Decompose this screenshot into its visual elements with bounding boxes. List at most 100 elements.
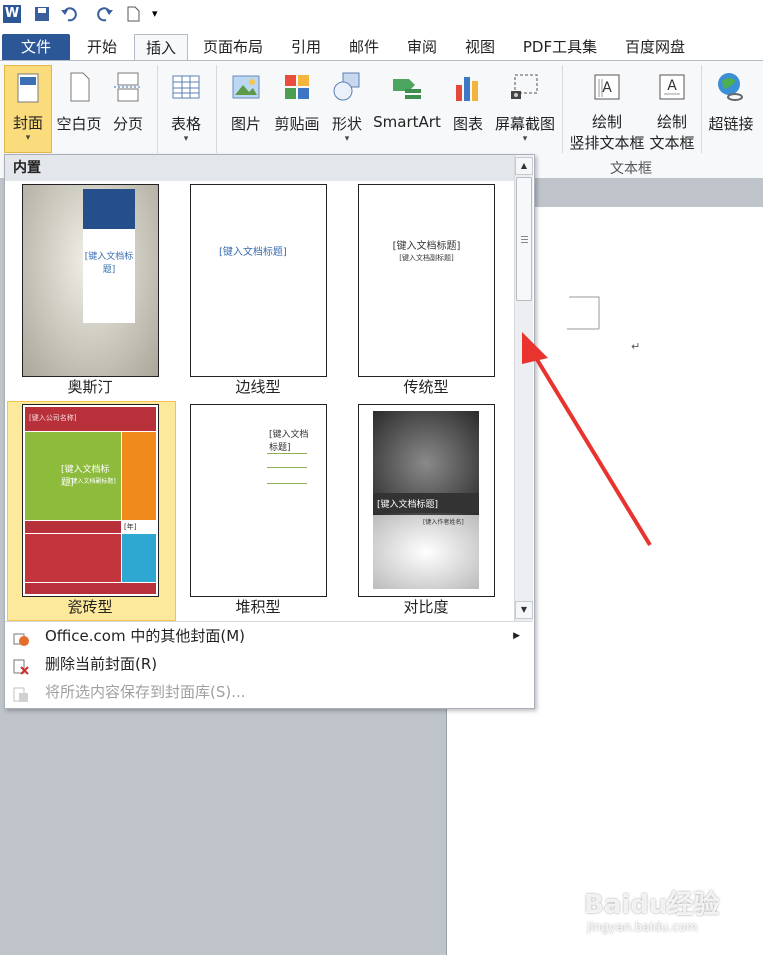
ribbon-separator	[216, 65, 217, 153]
chart-label: 图表	[452, 115, 483, 133]
chevron-down-icon: ▾	[522, 134, 528, 144]
scroll-down-button[interactable]: ▼	[515, 601, 533, 619]
contrast-light-block: [键入作者姓名]	[373, 515, 479, 589]
quick-access-toolbar: W ▾	[0, 0, 763, 31]
stacks-rule	[267, 467, 307, 468]
more-covers-label: Office.com 中的其他封面(M)	[45, 627, 246, 645]
more-covers-menu-item[interactable]: Office.com 中的其他封面(M) ▶	[5, 622, 532, 650]
scroll-up-button[interactable]: ▲	[515, 157, 533, 175]
cover-page-button[interactable]: 封面 ▾	[4, 65, 52, 153]
tab-mailings[interactable]: 邮件	[340, 34, 388, 60]
screenshot-label: 屏幕截图	[494, 115, 555, 133]
cover-page-label: 封面	[12, 114, 43, 132]
ribbon-separator	[562, 65, 563, 153]
remove-cover-icon	[13, 656, 29, 675]
cover-label-traditional: 传统型	[403, 378, 449, 396]
cover-label-austin: 奥斯汀	[67, 378, 113, 396]
cover-thumb-stacks[interactable]: [键入文档标题]	[190, 404, 327, 597]
tab-file[interactable]: 文件	[2, 34, 70, 60]
vertical-textbox-icon: A	[591, 71, 623, 103]
save-to-gallery-menu-item[interactable]: 将所选内容保存到封面库(S)...	[5, 678, 532, 706]
draw-vertical-textbox-button[interactable]: A 绘制 竖排文本框	[568, 65, 646, 153]
tab-pdf-tools[interactable]: PDF工具集	[514, 34, 606, 60]
svg-text:A: A	[667, 78, 677, 94]
draw-vertical-textbox-label-1: 绘制	[591, 113, 622, 131]
cover-thumb-contrast[interactable]: [键入文档标题] [键入作者姓名]	[358, 404, 495, 597]
chart-icon	[452, 71, 484, 103]
tab-insert[interactable]: 插入	[134, 34, 188, 61]
draw-vertical-textbox-label-2: 竖排文本框	[569, 134, 645, 152]
table-button[interactable]: 表格 ▾	[164, 65, 208, 144]
draw-textbox-label-2: 文本框	[649, 134, 695, 152]
shapes-icon	[331, 71, 363, 103]
smartart-icon	[391, 71, 423, 103]
tab-review[interactable]: 审阅	[398, 34, 446, 60]
blank-page-button[interactable]: 空白页	[56, 65, 102, 134]
tiles-bottom-band	[25, 583, 156, 594]
undo-icon[interactable]	[60, 5, 78, 23]
blank-page-label: 空白页	[56, 115, 102, 133]
hyperlink-label: 超链接	[708, 115, 754, 133]
gallery-header: 内置	[5, 155, 514, 181]
customize-icon[interactable]: ▾	[152, 5, 170, 23]
tiles-red-band	[25, 521, 121, 533]
tiles-company-text: [键入公司名称]	[29, 414, 77, 422]
new-doc-icon[interactable]	[124, 5, 142, 23]
baidu-watermark: Baidu经验	[584, 890, 720, 920]
redo-icon[interactable]	[96, 5, 114, 23]
textbox-icon: A	[656, 71, 688, 103]
stacks-rule	[267, 453, 307, 454]
tab-baidu-netdisk[interactable]: 百度网盘	[616, 34, 694, 60]
blank-page-icon	[63, 71, 95, 103]
smartart-button[interactable]: SmartArt	[372, 65, 442, 131]
tab-page-layout[interactable]: 页面布局	[196, 34, 270, 60]
remove-cover-menu-item[interactable]: 删除当前封面(R)	[5, 650, 532, 678]
traditional-subtitle-text: [键入文档副标题]	[399, 254, 454, 262]
page-break-label: 分页	[112, 115, 143, 133]
word-logo-icon[interactable]: W	[3, 5, 21, 23]
tiles-green-block: [键入文档标题] [键入文档副标题]	[25, 432, 121, 520]
ribbon-separator	[157, 65, 158, 153]
cover-thumb-tiles[interactable]: [键入公司名称] [键入文档标题] [键入文档副标题] [年]	[22, 404, 159, 597]
svg-text:A: A	[602, 80, 612, 96]
remove-cover-label: 删除当前封面(R)	[45, 655, 158, 673]
annotation-arrow	[522, 332, 652, 547]
tiles-year-box: [年]	[122, 521, 156, 533]
page-break-button[interactable]: 分页	[108, 65, 148, 134]
contrast-author-text: [键入作者姓名]	[423, 519, 464, 526]
traditional-title-text: [键入文档标题]	[392, 241, 461, 252]
scroll-thumb[interactable]	[516, 177, 532, 301]
hyperlink-button[interactable]: 超链接	[706, 65, 756, 134]
screenshot-button[interactable]: 屏幕截图 ▾	[494, 65, 556, 144]
austin-title-text: [键入文档标题]	[84, 252, 134, 275]
cover-page-gallery: 内置 [键入文档标题] 奥斯汀 [键入文档标题] 边线型 [键入文档标题] [键…	[4, 154, 535, 709]
contrast-title-band: [键入文档标题]	[373, 493, 479, 513]
tiles-year-text: [年]	[124, 523, 137, 531]
chart-button[interactable]: 图表	[448, 65, 488, 134]
cover-page-icon	[12, 72, 44, 104]
clip-art-button[interactable]: 剪贴画	[272, 65, 322, 134]
tiles-top-band: [键入公司名称]	[25, 407, 156, 431]
cover-thumb-traditional[interactable]: [键入文档标题] [键入文档副标题]	[358, 184, 495, 377]
cover-label-stacks: 堆积型	[235, 598, 281, 616]
draw-textbox-label-1: 绘制	[656, 113, 687, 131]
cover-thumb-austin[interactable]: [键入文档标题]	[22, 184, 159, 377]
tab-references[interactable]: 引用	[282, 34, 330, 60]
draw-textbox-button[interactable]: A 绘制 文本框	[648, 65, 696, 153]
save-icon[interactable]	[33, 5, 51, 23]
shapes-button[interactable]: 形状 ▾	[328, 65, 366, 144]
screenshot-icon	[509, 71, 541, 103]
ribbon-separator	[701, 65, 702, 153]
picture-button[interactable]: 图片	[226, 65, 266, 134]
cover-label-sideline: 边线型	[235, 378, 281, 396]
hyperlink-icon	[715, 71, 747, 103]
tab-home[interactable]: 开始	[78, 34, 126, 60]
cover-thumb-sideline[interactable]: [键入文档标题]	[190, 184, 327, 377]
tiles-red-block	[25, 534, 121, 582]
picture-label: 图片	[230, 115, 261, 133]
arrow-head-icon	[522, 332, 548, 364]
clip-art-label: 剪贴画	[274, 115, 320, 133]
tab-view[interactable]: 视图	[456, 34, 504, 60]
cover-label-contrast: 对比度	[403, 598, 449, 616]
contrast-title-text: [键入文档标题]	[377, 500, 439, 510]
